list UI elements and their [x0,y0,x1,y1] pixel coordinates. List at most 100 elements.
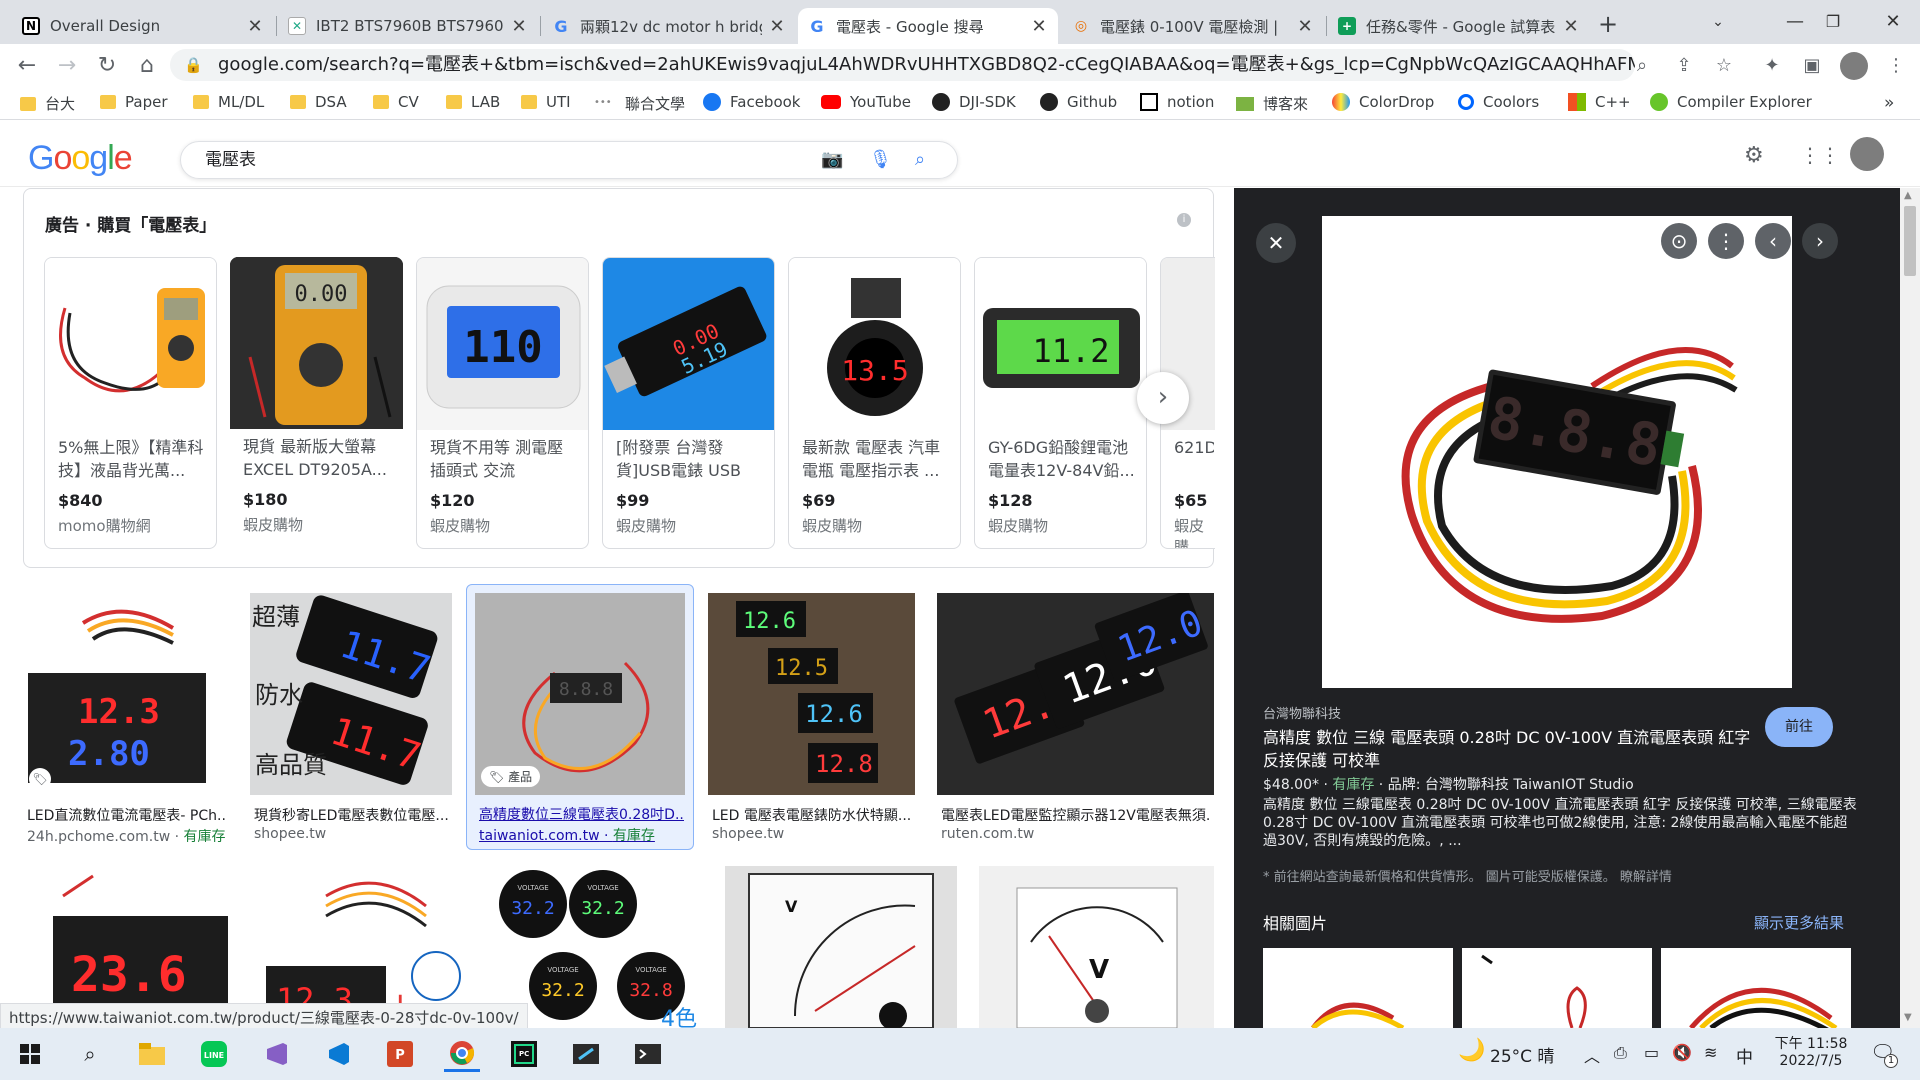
tab-hbridge[interactable]: G 兩顆12v dc motor h bridge ✕ [542,8,796,44]
close-tab-icon[interactable]: ✕ [1030,16,1048,37]
source-name[interactable]: 台灣物聯科技 [1263,703,1341,722]
image-result[interactable]: 11.7 11.7 超薄 防水 高品質 現貨秒寄LED電壓表數位電壓... shopee… [250,593,452,845]
new-tab-button[interactable]: + [1598,10,1618,38]
search-box[interactable]: 電壓表 📷 🎙 ⌕ [180,141,958,179]
maximize-icon[interactable]: ❐ [1810,4,1856,40]
previous-image-icon[interactable]: ‹ [1755,223,1791,259]
start-icon[interactable] [12,1036,48,1072]
bookmark-item[interactable]: LAB [446,93,500,111]
bookmark-item[interactable]: DSA [290,93,347,111]
powerpoint-icon[interactable]: P [382,1036,418,1072]
image-result[interactable]: 12.3 2.80 🏷 LED直流數位電流電壓表- PCh... 24h.pcho… [23,593,228,845]
weather-text[interactable]: 25°C 晴 [1490,1042,1554,1067]
bookmark-item[interactable]: C++ [1568,93,1631,111]
more-options-icon[interactable]: ⋮ [1708,223,1744,259]
close-window-icon[interactable]: ✕ [1870,4,1916,40]
ad-card[interactable]: 13.5 最新款 電壓表 汽車 電瓶 電壓指示表 ... $69 蝦皮購物 [788,257,961,549]
battery-icon[interactable]: ▭ [1644,1043,1659,1062]
google-logo[interactable]: Google [28,139,133,178]
ad-card[interactable]: 0.00 現貨 最新版大螢幕 EXCEL DT9205A... $180 蝦皮購… [230,257,403,549]
bookmark-item[interactable]: UTI [521,93,571,111]
gear-icon[interactable]: ⚙ [1744,143,1764,168]
show-more-link[interactable]: 顯示更多結果 [1754,912,1844,933]
close-tab-icon[interactable]: ✕ [1296,16,1314,37]
tab-ibt2[interactable]: ✕ IBT2 BTS7960B BTS7960 M ✕ [278,8,538,44]
image-result[interactable]: V [725,866,957,1028]
tab-voltmeter-search[interactable]: G 電壓表 - Google 搜尋 ✕ [798,8,1058,44]
image-result[interactable]: V [979,866,1214,1028]
forward-icon[interactable]: → [54,53,80,79]
page-scrollbar[interactable]: ▲ ▼ [1900,188,1920,1028]
image-result[interactable]: 12.6 12.5 12.6 12.8 LED 電壓表電壓錶防水伏特顯... shop… [708,593,915,845]
close-tab-icon[interactable]: ✕ [768,16,786,37]
close-icon[interactable]: ✕ [1256,223,1296,263]
bookmark-item[interactable]: Github [1040,93,1117,111]
address-bar[interactable]: 🔒 google.com/search?q=電壓表+&tbm=isch&ved=… [170,49,1635,81]
related-image[interactable] [1462,948,1652,1028]
bookmark-item[interactable]: ••• 聯合文學 [594,93,685,114]
pycharm-icon[interactable]: PC [506,1036,542,1072]
close-tab-icon[interactable]: ✕ [510,16,528,37]
next-ads-button[interactable]: › [1137,372,1189,424]
result-title[interactable]: 電壓表LED電壓監控顯示器12V電壓表無須... [941,805,1211,825]
menu-icon[interactable]: ⋮ [1884,55,1908,76]
zoom-icon[interactable]: ⌕ [1630,55,1654,76]
clock[interactable]: 下午 11:58 2022/7/5 [1768,1033,1854,1069]
bookmark-item[interactable]: Coolors [1458,93,1539,111]
more-bookmarks-button[interactable]: » [1884,93,1894,113]
home-icon[interactable]: ⌂ [134,53,160,79]
image-result-selected[interactable]: 8.8.8 🏷 產品 高精度數位三線電壓表0.28吋D... taiwaniot… [466,584,694,850]
ad-card[interactable]: 0.005.19 [附發票 台灣發貨]USB電錶 USB電... $99 蝦皮購… [602,257,775,549]
camera-icon[interactable]: 📷 [821,142,843,178]
preview-title[interactable]: 高精度 數位 三線 電壓表頭 0.28吋 DC 0V-100V 直流電壓表頭 紅… [1263,726,1763,772]
tab-voltmeter-100v[interactable]: ◎ 電壓錶 0-100V 電壓檢測 | ✕ [1062,8,1324,44]
account-avatar[interactable] [1850,137,1884,171]
bookmark-item[interactable]: notion [1140,93,1214,111]
tab-overall-design[interactable]: N Overall Design ✕ [12,8,274,44]
preview-image[interactable]: 8.8.8 [1322,216,1792,688]
bookmark-item[interactable]: CV [373,93,419,111]
snipping-tool-icon[interactable] [568,1036,604,1072]
tab-sheets[interactable]: + 任務&零件 - Google 試算表 ✕ [1328,8,1590,44]
terminal-icon[interactable] [630,1036,666,1072]
bookmark-item[interactable]: Facebook [703,93,800,111]
file-explorer-icon[interactable] [134,1036,170,1072]
vscode-icon[interactable] [320,1036,356,1072]
visit-button[interactable]: 前往 [1765,707,1833,747]
chrome-icon[interactable] [444,1036,480,1072]
related-image[interactable] [1661,948,1851,1028]
info-icon[interactable]: i [1177,213,1191,227]
bookmark-item[interactable]: ColorDrop [1332,93,1434,111]
result-title[interactable]: LED 電壓表電壓錶防水伏特顯... [712,805,915,825]
bookmark-star-icon[interactable]: ☆ [1712,55,1736,76]
reload-icon[interactable]: ↻ [94,53,120,79]
speaker-muted-icon[interactable]: 🔇 [1672,1043,1692,1062]
bookmark-item[interactable]: DJI-SDK [932,93,1016,111]
apps-grid-icon[interactable]: ⋮⋮ [1800,143,1840,167]
related-image[interactable] [1263,948,1453,1028]
search-icon[interactable]: ⌕ [915,142,925,178]
side-panel-icon[interactable]: ▣ [1800,55,1824,76]
bookmark-item[interactable]: 台大 [20,93,75,114]
result-title[interactable]: LED直流數位電流電壓表- PCh... [27,805,227,825]
share-icon[interactable]: ⇪ [1672,55,1696,76]
back-icon[interactable]: ← [14,53,40,79]
bookmark-item[interactable]: YouTube [821,93,911,111]
lens-icon[interactable]: ⊙ [1661,223,1697,259]
close-tab-icon[interactable]: ✕ [1562,16,1580,37]
ime-indicator[interactable]: 中 [1736,1043,1753,1068]
mic-icon[interactable]: 🎙 [869,142,892,178]
profile-avatar[interactable] [1840,52,1868,80]
scroll-up-icon[interactable]: ▲ [1904,190,1912,201]
visual-studio-icon[interactable] [258,1036,294,1072]
tab-search-icon[interactable]: ⌄ [1695,4,1741,40]
extensions-icon[interactable]: ✦ [1760,55,1784,76]
bookmark-item[interactable]: 博客來 [1236,93,1308,114]
scroll-down-icon[interactable]: ▼ [1904,1012,1912,1023]
ad-card[interactable]: 5%無上限》【精準科技】液晶背光萬... $840 momo購物網 [44,257,217,549]
chevron-up-icon[interactable]: ︿ [1584,1043,1600,1067]
result-title[interactable]: 現貨秒寄LED電壓表數位電壓... [254,805,452,825]
scrollbar-thumb[interactable] [1904,206,1916,276]
image-result[interactable]: 12.0 12.0 12.0 電壓表LED電壓監控顯示器12V電壓表無須... ru… [937,593,1214,845]
meet-icon[interactable]: ⎙ [1614,1043,1627,1063]
